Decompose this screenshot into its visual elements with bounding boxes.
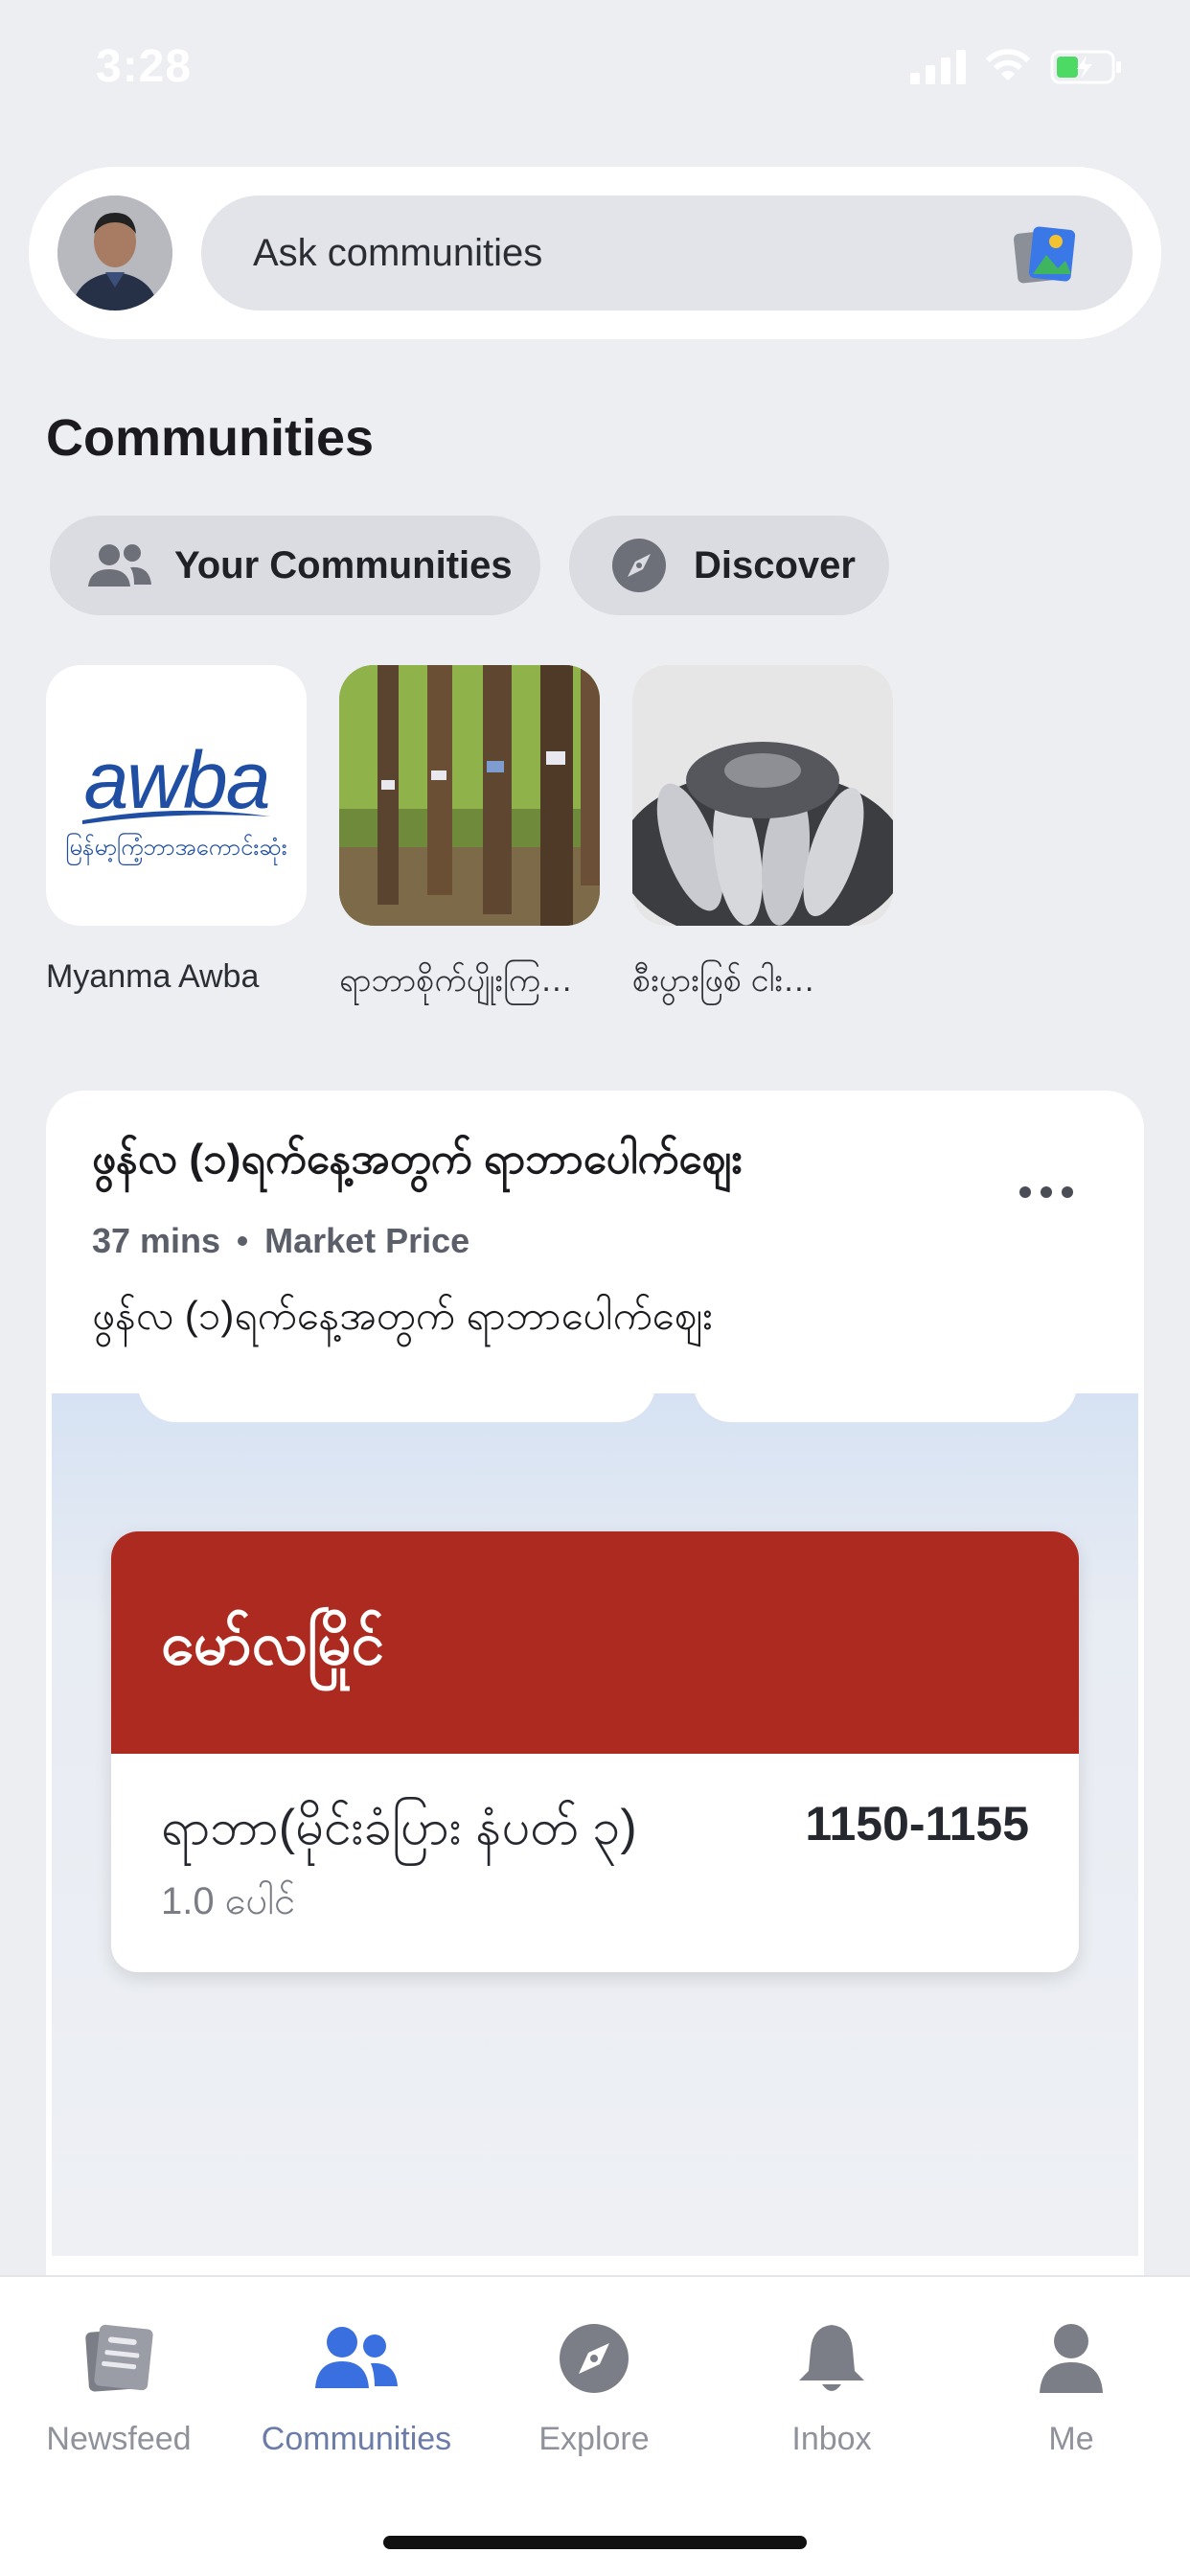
community-thumbnail: awba မြန်မာ့ကြံ့ဘာအကောင်းဆုံး: [46, 665, 307, 926]
rubber-plantation-image: [339, 665, 600, 926]
community-thumbnail: [632, 665, 893, 926]
price-item-name: ရာဘာ(မိုင်းခံပြား နံပတ် ၃): [161, 1800, 637, 1855]
nav-communities[interactable]: Communities: [238, 2315, 475, 2458]
nav-label: Newsfeed: [46, 2421, 192, 2457]
home-indicator[interactable]: [383, 2536, 807, 2549]
fish-image: [632, 665, 893, 926]
more-options-icon[interactable]: [1019, 1183, 1077, 1202]
bottom-nav: Newsfeed Communities Explore Inbox Me: [0, 2275, 1190, 2576]
price-header: မော်လမြိုင်: [111, 1531, 1079, 1754]
post-meta: 37 mins Market Price: [92, 1221, 469, 1261]
nav-me[interactable]: Me: [952, 2315, 1190, 2458]
community-name: ရာဘာစိုက်ပျိုးကြ…: [339, 962, 573, 999]
nav-explore[interactable]: Explore: [475, 2315, 713, 2458]
community-name: Myanma Awba: [46, 958, 260, 995]
newspaper-icon: [76, 2315, 162, 2402]
post-time: 37 mins: [92, 1221, 221, 1260]
compass-icon: [551, 2315, 637, 2402]
your-communities-label: Your Communities: [174, 543, 513, 586]
nav-label: Communities: [261, 2421, 452, 2457]
community-name: စီးပွားဖြစ် ငါး…: [632, 962, 815, 999]
awba-logo-subtext: မြန်မာ့ကြံ့ဘာအကောင်းဆုံး: [65, 835, 287, 861]
search-input[interactable]: Ask communities: [201, 196, 1133, 310]
community-card-rubber[interactable]: ရာဘာစိုက်ပျိုးကြ…: [339, 665, 600, 1007]
post-title: ဖွန်လ (၁)ရက်နေ့အတွက် ရာဘာပေါက်ဈေး: [92, 1136, 743, 1183]
people-icon: [86, 537, 153, 594]
community-card-fish[interactable]: စီးပွားဖြစ် ငါး…: [632, 665, 893, 1007]
price-value: 1150-1155: [805, 1797, 1029, 1851]
nav-label: Inbox: [791, 2421, 872, 2457]
top-search-card: Ask communities: [29, 167, 1161, 339]
post-card[interactable]: ဖွန်လ (၁)ရက်နေ့အတွက် ရာဘာပေါက်ဈေး 37 min…: [46, 1091, 1144, 2298]
avatar[interactable]: [57, 196, 172, 310]
communities-icon: [313, 2315, 400, 2402]
person-icon: [1028, 2315, 1114, 2402]
image-tab-fragment: [694, 1393, 1077, 1422]
awba-logo-swoosh: [82, 810, 270, 824]
image-tab-fragment: [138, 1393, 655, 1422]
price-city: မော်လမြိုင်: [161, 1611, 384, 1677]
communities-heading: Communities: [46, 409, 375, 467]
search-placeholder: Ask communities: [253, 232, 543, 274]
nav-inbox[interactable]: Inbox: [713, 2315, 950, 2458]
status-icons: [910, 48, 1123, 84]
status-time: 3:28: [96, 41, 193, 92]
battery-icon: [1050, 50, 1121, 84]
compass-icon: [606, 537, 673, 594]
nav-newsfeed[interactable]: Newsfeed: [0, 2315, 238, 2458]
post-body: ဖွန်လ (၁)ရက်နေ့အတွက် ရာဘာပေါက်ဈေး: [92, 1293, 713, 1338]
post-category[interactable]: Market Price: [264, 1221, 469, 1261]
meta-separator: [238, 1236, 248, 1246]
price-unit: 1.0 ပေါင်: [161, 1880, 296, 1922]
community-card-awba[interactable]: awba မြန်မာ့ကြံ့ဘာအကောင်းဆုံး Myanma Awb…: [46, 665, 307, 996]
nav-label: Explore: [538, 2421, 650, 2457]
signal-icon: [910, 50, 966, 84]
discover-chip[interactable]: Discover: [569, 516, 889, 615]
your-communities-chip[interactable]: Your Communities: [50, 516, 540, 615]
image-upload-icon[interactable]: [1010, 220, 1079, 289]
user-avatar-image: [57, 196, 172, 310]
discover-label: Discover: [694, 543, 856, 586]
status-bar: 3:28: [0, 0, 1190, 134]
community-thumbnail: [339, 665, 600, 926]
nav-label: Me: [1048, 2421, 1094, 2457]
post-image[interactable]: မော်လမြိုင် ရာဘာ(မိုင်းခံပြား နံပတ် ၃) 1…: [52, 1393, 1138, 2256]
bell-icon: [789, 2315, 875, 2402]
price-card: မော်လမြိုင် ရာဘာ(မိုင်းခံပြား နံပတ် ၃) 1…: [111, 1531, 1079, 1972]
wifi-icon: [986, 49, 1030, 80]
